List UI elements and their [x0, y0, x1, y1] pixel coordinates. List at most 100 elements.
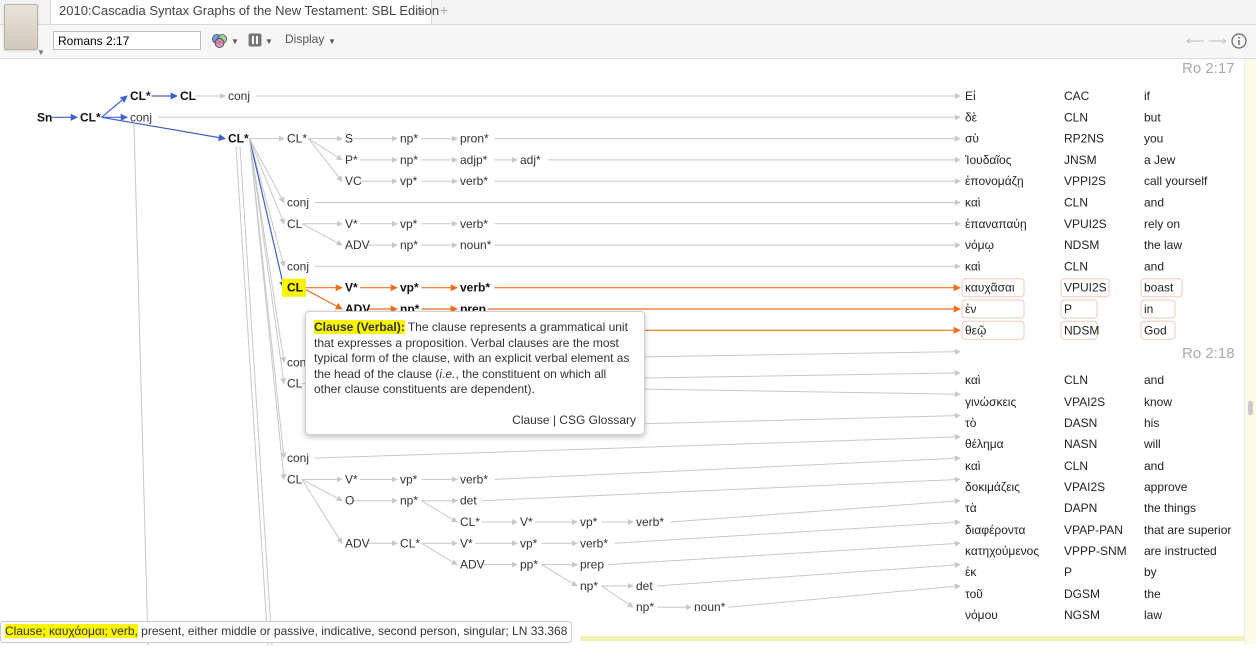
word-greek[interactable]: ἐπαναπαύῃ [965, 217, 1027, 231]
word-greek[interactable]: νόμῳ [965, 238, 994, 252]
word-greek[interactable]: ἐν [965, 302, 976, 316]
word-gloss[interactable]: call yourself [1144, 174, 1208, 188]
info-icon[interactable] [1231, 33, 1247, 52]
tree-node[interactable]: noun* [694, 600, 726, 614]
word-gloss[interactable]: but [1144, 110, 1161, 124]
add-tab-icon[interactable]: + [440, 2, 448, 18]
word-gloss[interactable]: the things [1144, 501, 1196, 515]
tree-node[interactable]: CL [287, 377, 303, 391]
tree-node[interactable]: CL* [80, 110, 101, 124]
tree-node[interactable]: det [460, 494, 477, 508]
back-arrow-icon[interactable]: ⟵ [1186, 33, 1205, 49]
word-greek[interactable]: καὶ [965, 459, 981, 473]
word-gloss[interactable]: boast [1144, 281, 1174, 295]
word-code[interactable]: VPAI2S [1064, 480, 1105, 494]
word-code[interactable]: NGSM [1064, 608, 1100, 622]
word-code[interactable]: NDSM [1064, 238, 1099, 252]
tree-node[interactable]: CL [287, 281, 303, 295]
tree-node[interactable]: CL* [130, 89, 151, 103]
chevron-down-icon[interactable]: ▼ [328, 37, 336, 46]
tree-node[interactable]: pp* [520, 558, 538, 572]
word-code[interactable]: NDSM [1064, 323, 1099, 337]
tree-node[interactable]: conj [287, 259, 309, 273]
word-code[interactable]: VPPI2S [1064, 174, 1106, 188]
display-menu[interactable]: Display [285, 32, 324, 46]
word-greek[interactable]: δὲ [965, 110, 978, 124]
tree-node[interactable]: P* [345, 153, 358, 167]
tree-node[interactable]: verb* [460, 217, 488, 231]
word-gloss[interactable]: law [1144, 608, 1162, 622]
word-gloss[interactable]: God [1144, 323, 1167, 337]
word-code[interactable]: CLN [1064, 196, 1088, 210]
word-gloss[interactable]: approve [1144, 480, 1188, 494]
word-gloss[interactable]: a Jew [1144, 153, 1176, 167]
word-greek[interactable]: γινώσκεις [965, 395, 1016, 409]
tree-node[interactable]: vp* [400, 174, 418, 188]
tree-node[interactable]: verb* [460, 281, 490, 295]
tree-node[interactable]: noun* [460, 238, 492, 252]
tree-node[interactable]: conj [228, 89, 250, 103]
word-gloss[interactable]: rely on [1144, 217, 1180, 231]
word-gloss[interactable]: know [1144, 395, 1172, 409]
word-code[interactable]: CAC [1064, 89, 1090, 103]
tree-node[interactable]: CL [287, 217, 303, 231]
word-code[interactable]: NASN [1064, 437, 1097, 451]
word-gloss[interactable]: you [1144, 132, 1163, 146]
tree-node[interactable]: V* [520, 515, 533, 529]
word-greek[interactable]: κατηχούμενος [965, 544, 1039, 558]
word-gloss[interactable]: and [1144, 459, 1164, 473]
tree-node[interactable]: np* [400, 238, 418, 252]
tree-node[interactable]: prep [580, 558, 604, 572]
tree-node[interactable]: ADV [345, 238, 370, 252]
tree-node[interactable]: np* [400, 494, 418, 508]
tree-node[interactable]: verb* [460, 174, 488, 188]
tree-node[interactable]: V* [345, 281, 358, 295]
tree-node[interactable]: verb* [636, 515, 664, 529]
word-greek[interactable]: καὶ [965, 196, 981, 210]
word-greek[interactable]: δοκιμάζεις [965, 480, 1020, 494]
reference-input[interactable] [53, 31, 201, 50]
tree-node[interactable]: np* [400, 153, 418, 167]
word-greek[interactable]: καὶ [965, 373, 981, 387]
word-greek[interactable]: καυχᾶσαι [965, 281, 1015, 295]
word-code[interactable]: CLN [1064, 373, 1088, 387]
word-gloss[interactable]: and [1144, 196, 1164, 210]
tree-node[interactable]: adjp* [460, 153, 488, 167]
word-gloss[interactable]: by [1144, 565, 1157, 579]
vertical-scrollbar[interactable] [1244, 59, 1256, 645]
tree-node[interactable]: CL* [400, 536, 420, 550]
word-code[interactable]: DGSM [1064, 587, 1100, 601]
word-code[interactable]: P [1064, 302, 1072, 316]
tree-node[interactable]: Sn [37, 110, 52, 124]
chevron-down-icon[interactable]: ▼ [231, 37, 239, 46]
word-gloss[interactable]: and [1144, 373, 1164, 387]
tree-node[interactable]: ADV [345, 536, 370, 550]
word-greek[interactable]: διαφέροντα [965, 523, 1025, 537]
word-greek[interactable]: ἐκ [965, 565, 977, 579]
word-greek[interactable]: θέλημα [965, 437, 1004, 451]
tree-node[interactable]: vp* [580, 515, 598, 529]
word-code[interactable]: VPAP-PAN [1064, 523, 1123, 537]
word-code[interactable]: VPPP-SNM [1064, 544, 1127, 558]
word-gloss[interactable]: are instructed [1144, 544, 1217, 558]
tree-node[interactable]: np* [400, 132, 418, 146]
word-code[interactable]: VPUI2S [1064, 217, 1107, 231]
tree-node[interactable]: vp* [520, 536, 538, 550]
word-code[interactable]: CLN [1064, 459, 1088, 473]
glossary-link[interactable]: Clause | CSG Glossary [512, 413, 636, 429]
word-greek[interactable]: Εἰ [965, 89, 976, 103]
tree-node[interactable]: conj [130, 110, 152, 124]
tree-node[interactable]: vp* [400, 281, 419, 295]
tree-node[interactable]: VC [345, 174, 362, 188]
word-gloss[interactable]: if [1144, 89, 1151, 103]
tree-node[interactable]: np* [636, 600, 654, 614]
tree-node[interactable]: vp* [400, 472, 418, 486]
horizontal-scrollbar[interactable] [580, 636, 1244, 641]
tree-node[interactable]: conj [287, 196, 309, 210]
word-gloss[interactable]: will [1143, 437, 1161, 451]
word-gloss[interactable]: the law [1144, 238, 1182, 252]
tree-node[interactable]: CL* [287, 132, 307, 146]
tree-node[interactable]: det [636, 579, 653, 593]
tree-node[interactable]: conj [287, 451, 309, 465]
tree-node[interactable]: S [345, 132, 353, 146]
